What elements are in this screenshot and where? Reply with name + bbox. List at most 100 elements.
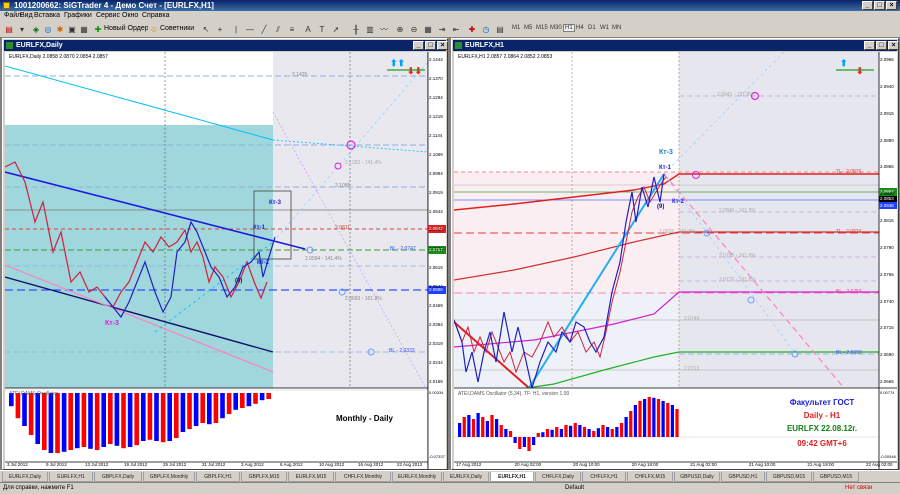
profiles-icon[interactable]: ▾ [16, 24, 28, 36]
oscillator-bar [587, 429, 591, 437]
tab-eurlfx-daily[interactable]: EURLFX,Daily [2, 472, 48, 482]
navigator-icon[interactable]: ✱ [54, 24, 66, 36]
oscillator-bar [200, 393, 206, 423]
tab-gbpusd-daily[interactable]: GBPUSD,Daily [674, 472, 720, 482]
chart-plot-daily[interactable]: ⬆⬆ ⬇⬇ EURLFX,Daily 2.0858 2.0870 2.0854 … [5, 52, 446, 469]
market-watch-icon[interactable]: ◈ [30, 24, 42, 36]
tf-d1[interactable]: D1 [588, 25, 596, 31]
tab-gbpusd-m15[interactable]: GBPUSD,M15 [813, 472, 859, 482]
maximize-icon[interactable]: □ [874, 1, 885, 10]
oscillator-bar [490, 415, 494, 437]
tf-h4[interactable]: H4 [576, 25, 584, 31]
chart-window-h1[interactable]: EURLFX,H1 _ □ × ⬆ ⬇ EURLFX,H1 2.0857 2.0… [451, 38, 899, 470]
tf-m15[interactable]: M15 [536, 25, 548, 31]
close-icon[interactable]: × [886, 1, 897, 10]
indicators-icon[interactable]: ✚ [466, 24, 478, 36]
chart-line-icon[interactable]: 〰 [378, 24, 390, 36]
autoscroll-icon[interactable]: ⇥ [436, 24, 448, 36]
chart-minimize-icon[interactable]: _ [413, 41, 424, 50]
fibo-icon[interactable]: ≡ [286, 24, 298, 36]
chart-close-icon[interactable]: × [888, 41, 899, 50]
overlay-line4: 09:42 GMT+6 [797, 439, 847, 448]
tf-mn[interactable]: MN [612, 25, 621, 31]
arrows-icon[interactable]: ➚ [330, 24, 342, 36]
templates-icon[interactable]: ▤ [494, 24, 506, 36]
tab-gbpusd-m15[interactable]: GBPUSD,M15 [766, 472, 812, 482]
tab-eurlfx-daily[interactable]: EURLFX,Daily [443, 472, 489, 482]
status-connection: Нет связи [845, 485, 873, 491]
new-order-button[interactable]: Новый Ордер [104, 25, 149, 32]
tile-windows-icon[interactable]: ▦ [422, 24, 434, 36]
chart-maximize-icon[interactable]: □ [876, 41, 887, 50]
chart-shift-icon[interactable]: ⇤ [450, 24, 462, 36]
level-label: BL - 2.0693 [836, 350, 862, 356]
periods-icon[interactable]: ◷ [480, 24, 492, 36]
tab-gbplfx-daily[interactable]: GBPLFX,Daily [94, 472, 142, 482]
oscillator-bar [550, 429, 554, 437]
tab-eurlfx-h1[interactable]: EURLFX,H1 [49, 472, 93, 482]
label-icon[interactable]: T [316, 24, 328, 36]
oscillator-bar [154, 393, 159, 441]
tab-gbplfx-m15[interactable]: GBPLFX,M15 [241, 472, 287, 482]
menu-window[interactable]: Окно [122, 12, 138, 19]
new-order-icon[interactable]: ✚ [92, 24, 104, 36]
zoom-in-icon[interactable]: ⊕ [394, 24, 406, 36]
menu-view[interactable]: Вид [20, 12, 33, 19]
new-chart-icon[interactable]: ▤ [3, 24, 15, 36]
oscillator-bar [564, 425, 568, 437]
chart-candles-icon[interactable]: ▥ [364, 24, 376, 36]
oscillator-bar [147, 393, 153, 440]
channel-icon[interactable]: ⫽ [272, 24, 284, 36]
oscillator-bar [55, 393, 60, 453]
tab-eurlfx-monthly[interactable]: EURLFX,Monthly [392, 472, 442, 482]
chart-minimize-icon[interactable]: _ [864, 41, 875, 50]
chart-maximize-icon[interactable]: □ [425, 41, 436, 50]
price-axis-label: 2.1069 [429, 151, 443, 157]
tf-m5[interactable]: M5 [524, 25, 532, 31]
tf-m30[interactable]: M30 [550, 25, 562, 31]
tab-gbplfx-h1[interactable]: GBPLFX,H1 [196, 472, 240, 482]
time-axis-label: 16 Aug 2012 [358, 462, 384, 467]
menu-help[interactable]: Справка [142, 12, 169, 19]
price-axis-label: 2.1144 [429, 132, 443, 138]
advisors-button[interactable]: Советники [160, 25, 194, 32]
tab-gbpusd-h1[interactable]: GBPUSD,H1 [721, 472, 765, 482]
status-bar: Для справки, нажмите F1 Default Нет связ… [0, 482, 900, 494]
menu-charts[interactable]: Графики [64, 12, 92, 19]
chart-plot-h1[interactable]: ⬆ ⬇ EURLFX,H1 2.0857 2.0864 2.0852 2.085… [454, 52, 897, 469]
tab-chflfx-h1[interactable]: CHFLFX,H1 [582, 472, 626, 482]
data-window-icon[interactable]: ◎ [42, 24, 54, 36]
menu-tools[interactable]: Сервис [96, 12, 120, 19]
text-icon[interactable]: A [302, 24, 314, 36]
zoom-out-icon[interactable]: ⊖ [408, 24, 420, 36]
terminal-icon[interactable]: ▣ [66, 24, 78, 36]
time-axis-label: 20 Aug 18:00 [631, 462, 659, 467]
chart-close-icon[interactable]: × [437, 41, 448, 50]
oscillator-bar [94, 393, 100, 450]
strategy-tester-icon[interactable]: ▦ [78, 24, 90, 36]
tf-h1[interactable]: H1 [563, 24, 575, 32]
tf-w1[interactable]: W1 [600, 25, 609, 31]
crosshair-icon[interactable]: + [214, 24, 226, 36]
vertical-line-icon[interactable]: | [230, 24, 242, 36]
tab-gbplfx-monthly[interactable]: GBPLFX,Monthly [143, 472, 195, 482]
menu-file[interactable]: Файл [4, 12, 21, 19]
chart-icon [6, 42, 13, 49]
cursor-icon[interactable]: ↖ [200, 24, 212, 36]
menu-insert[interactable]: Вставка [34, 12, 60, 19]
horizontal-line-icon[interactable]: — [244, 24, 256, 36]
tab-chflfx-daily[interactable]: CHFLFX,Daily [535, 472, 581, 482]
tab-chflfx-m15[interactable]: CHFLFX,M15 [627, 472, 673, 482]
tab-eurlfx-m15[interactable]: EURLFX,M15 [288, 472, 334, 482]
tf-m1[interactable]: M1 [512, 25, 520, 31]
minimize-icon[interactable]: _ [862, 1, 873, 10]
chart-bars-icon[interactable]: ╫ [350, 24, 362, 36]
level-label: TL - 2.0876 [836, 169, 862, 175]
trendline-icon[interactable]: ╱ [258, 24, 270, 36]
tab-chflfx-monthly[interactable]: CHFLFX,Monthly [335, 472, 391, 482]
tab-eurlfx-h1[interactable]: EURLFX,H1 [490, 472, 534, 482]
time-axis-label: 31 Jul 2012 [202, 462, 226, 467]
chart-window-daily[interactable]: EURLFX,Daily _ □ × ⬆⬆ ⬇⬇ EURLFX,Daily 2.… [2, 38, 448, 470]
experts-icon[interactable]: ☺ [148, 24, 160, 36]
price-axis-label: 2.0815 [880, 218, 894, 223]
